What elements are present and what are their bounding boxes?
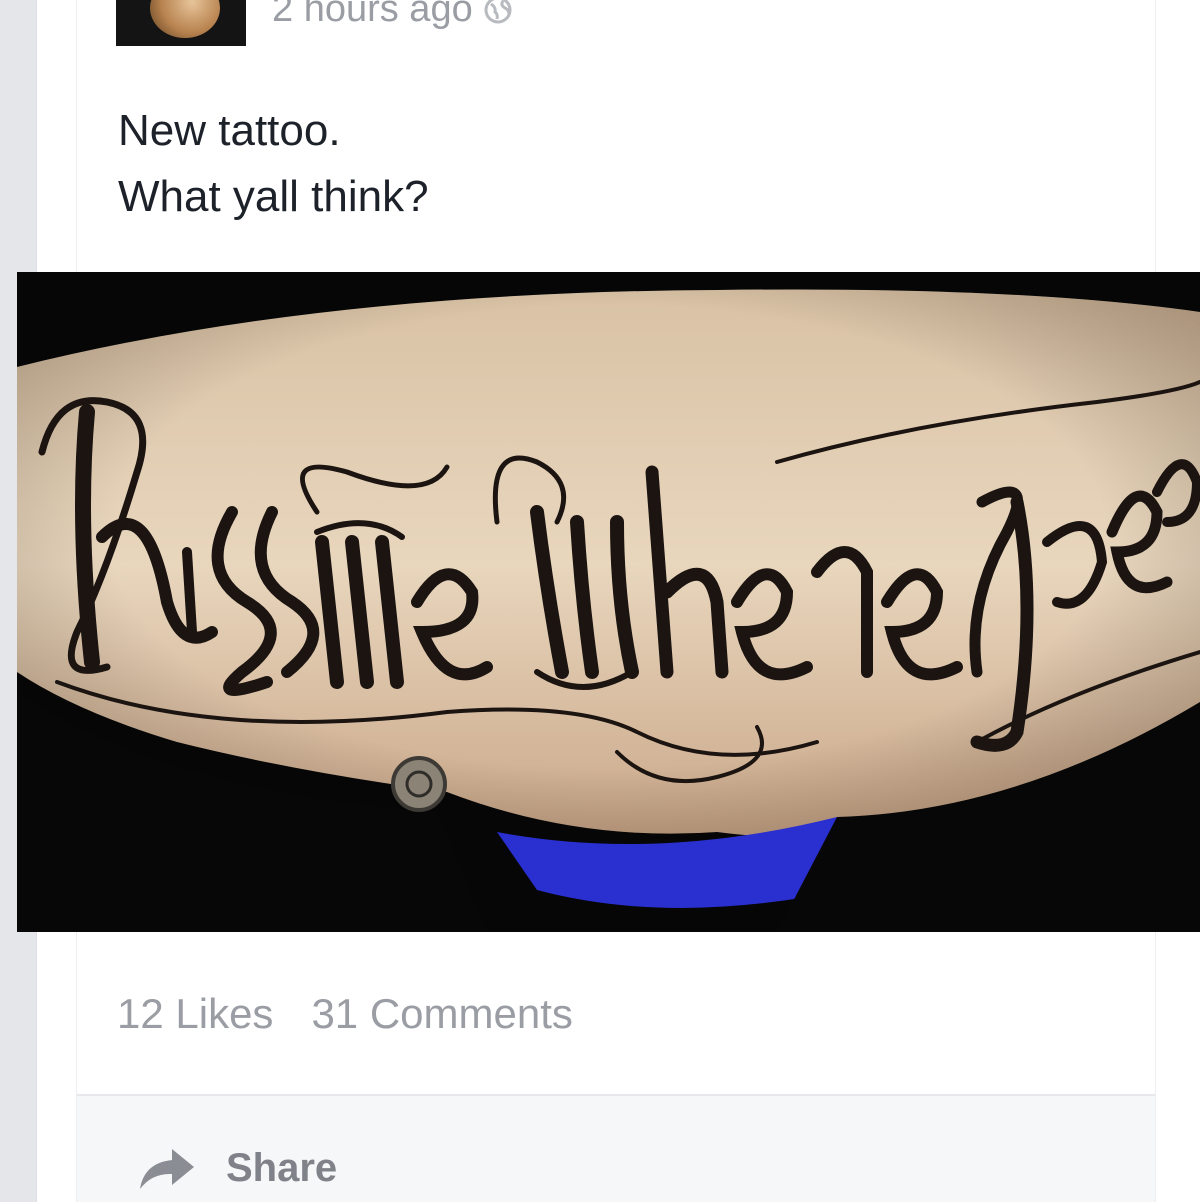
post-photo[interactable] — [17, 272, 1200, 932]
navel-piercing — [391, 756, 447, 812]
post-stats: 12 Likes 31 Comments — [117, 990, 573, 1038]
share-arrow-icon — [140, 1148, 194, 1189]
post-timestamp[interactable]: 2 hours ago — [272, 0, 513, 31]
avatar-photo — [150, 0, 220, 38]
post-message: New tattoo. What yall think? — [118, 98, 429, 230]
tattoo-photo — [17, 272, 1200, 932]
globe-icon — [484, 0, 512, 23]
post-message-line-1: New tattoo. — [118, 106, 341, 155]
comments-count[interactable]: 31 Comments — [311, 990, 572, 1038]
likes-count[interactable]: 12 Likes — [117, 990, 273, 1038]
avatar[interactable] — [116, 0, 246, 46]
share-label: Share — [226, 1146, 338, 1190]
post-message-line-2: What yall think? — [118, 172, 429, 221]
share-button[interactable]: Share — [138, 1146, 337, 1191]
timestamp-label: 2 hours ago — [272, 0, 473, 30]
